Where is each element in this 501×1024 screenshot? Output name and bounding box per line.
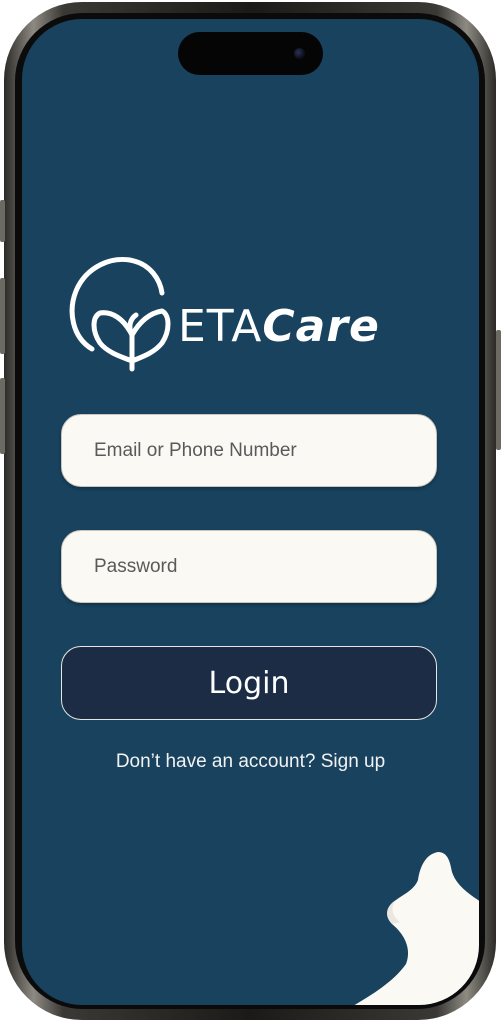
heart-leaf-logo-icon bbox=[69, 257, 171, 372]
login-button[interactable]: Login bbox=[61, 646, 437, 720]
camera-icon bbox=[294, 48, 305, 59]
signup-prompt-line: Don’t have an account? Sign up bbox=[22, 751, 479, 773]
brand-name-part2: Care bbox=[262, 301, 380, 352]
password-field-container bbox=[61, 530, 437, 603]
app-logo: ETACare bbox=[66, 249, 386, 379]
app-screen: ETACare Login Don’t have an account? Sig… bbox=[22, 19, 479, 1005]
side-button-volume-up bbox=[0, 278, 5, 354]
side-button-volume-down bbox=[0, 378, 5, 454]
brand-wordmark: ETACare bbox=[178, 301, 380, 352]
side-button-action bbox=[0, 200, 5, 242]
side-button-power bbox=[496, 330, 501, 450]
email-phone-input[interactable] bbox=[62, 415, 436, 486]
dynamic-island bbox=[178, 32, 323, 75]
decorative-blob bbox=[354, 852, 479, 1005]
email-field-container bbox=[61, 414, 437, 487]
password-input[interactable] bbox=[62, 531, 436, 602]
brand-name-part1: ETA bbox=[178, 301, 263, 352]
signup-prompt-text: Don’t have an account? bbox=[115, 751, 316, 772]
login-button-label: Login bbox=[208, 665, 290, 701]
signup-link[interactable]: Sign up bbox=[321, 751, 385, 772]
